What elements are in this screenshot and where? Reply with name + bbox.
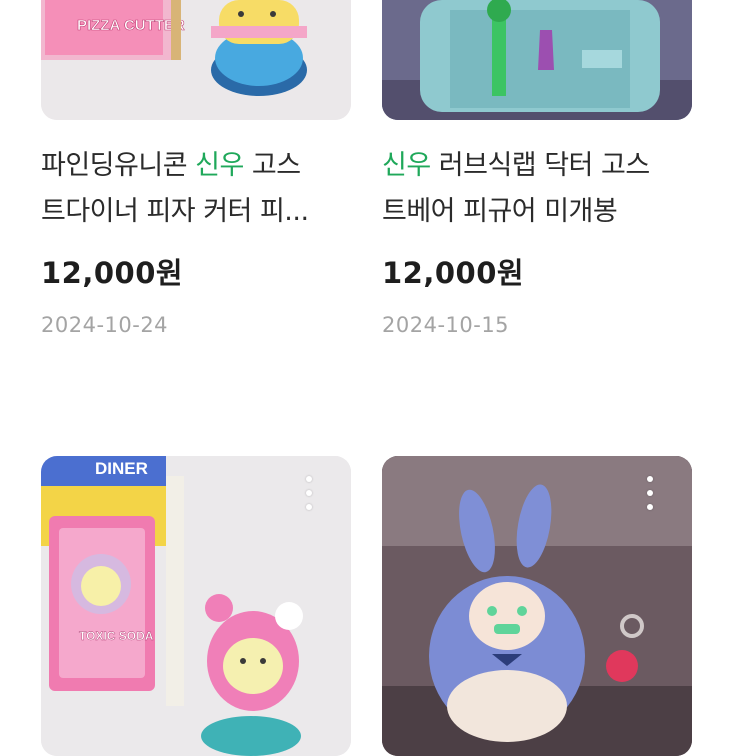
more-vertical-icon[interactable] [305, 476, 313, 510]
product-image: PIZZA CUTTER [41, 0, 351, 120]
product-thumbnail[interactable]: PIZZA CUTTER [41, 0, 351, 120]
product-title[interactable]: 파인딩유니콘 신우 고스 트다이너 피자 커터 피... [41, 143, 351, 235]
product-card[interactable]: DINER TOXIC SODA [41, 456, 351, 756]
product-price: 12,000원 [382, 256, 525, 290]
product-thumbnail[interactable]: DINER TOXIC SODA [41, 456, 351, 756]
keyword-highlight: 신우 [195, 150, 244, 181]
product-date: 2024-10-24 [41, 313, 169, 337]
product-thumbnail[interactable] [382, 456, 692, 756]
product-card[interactable] [382, 456, 692, 756]
product-thumbnail[interactable] [382, 0, 692, 120]
more-vertical-icon[interactable] [646, 476, 654, 510]
box-text: PIZZA CUTTER [77, 17, 185, 34]
product-card[interactable]: PIZZA CUTTER 파인딩유니콘 신우 고스 트다이너 피자 커터 피..… [41, 0, 351, 337]
product-card[interactable]: 신우 러브식랩 닥터 고스 트베어 피규어 미개봉 12,000원 2024-1… [382, 0, 692, 337]
product-price: 12,000원 [41, 256, 184, 290]
product-date: 2024-10-15 [382, 313, 510, 337]
keyword-highlight: 신우 [382, 150, 431, 181]
product-title[interactable]: 신우 러브식랩 닥터 고스 트베어 피규어 미개봉 [382, 143, 692, 235]
product-image [382, 0, 692, 120]
box-text: DINER [95, 459, 148, 478]
card-text: TOXIC SODA [79, 629, 154, 643]
